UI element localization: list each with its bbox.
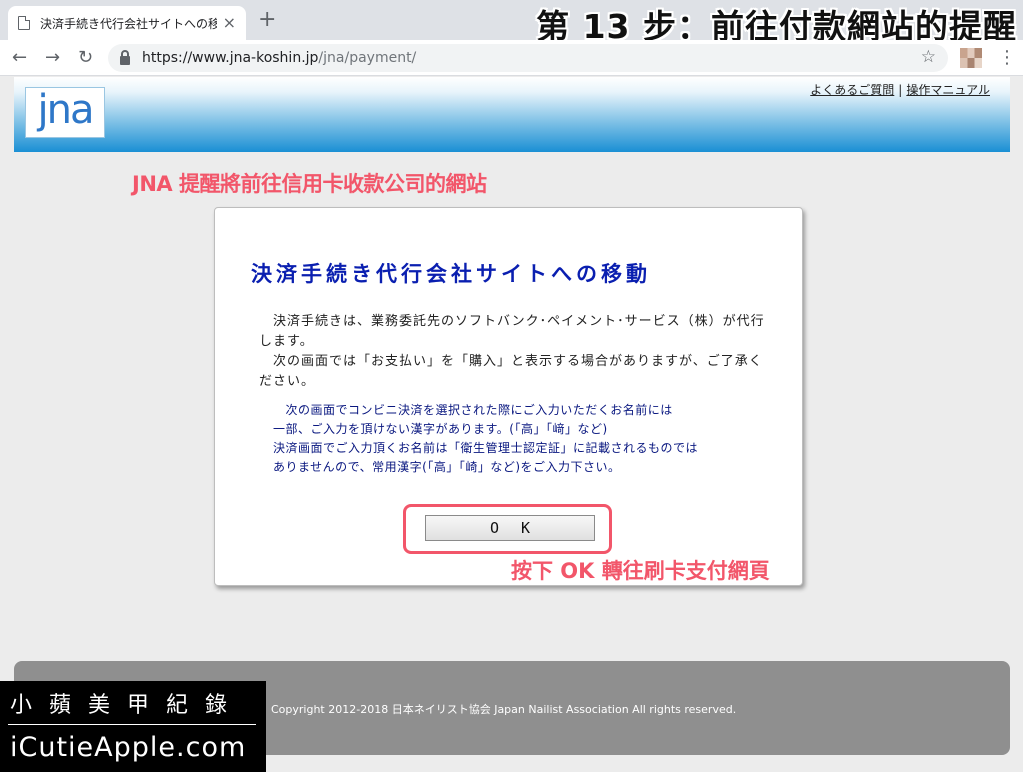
- url-path: /jna/payment/: [318, 50, 417, 66]
- dialog-paragraph-2: 次の画面では「お支払い」を「購入」と表示する場合がありますが、ご了承ください。: [259, 354, 763, 389]
- jna-logo[interactable]: jna: [25, 87, 105, 138]
- tab-title: 決済手続き代行会社サイトへの移: [40, 16, 217, 31]
- annotation-top: JNA 提醒將前往信用卡收款公司的網站: [132, 172, 487, 196]
- dialog-body: 決済手続きは、業務委託先のソフトバンク･ペイメント･サービス（株）が代行します。…: [259, 312, 769, 392]
- logo-text: jna: [37, 86, 95, 133]
- note-line-3: 決済画面でご入力頂くお名前は「衛生管理士認定証」に記載されるものでは: [273, 441, 699, 455]
- note-line-4: ありませんので、常用漢字(「高」「崎」など)をご入力下さい。: [273, 460, 621, 474]
- annotation-ok: 按下 OK 轉往刷卡支付網頁: [511, 559, 770, 583]
- dialog-title: 決済手続き代行会社サイトへの移動: [251, 262, 651, 286]
- forward-arrow-icon[interactable]: →: [45, 46, 60, 70]
- url-text: https://www.jna-koshin.jp/jna/payment/: [142, 50, 416, 66]
- profile-avatar[interactable]: [960, 48, 982, 68]
- note-line-1: 次の画面でコンビニ決済を選択された際にご入力いただくお名前には: [273, 403, 673, 417]
- reload-icon[interactable]: ↻: [78, 46, 93, 70]
- watermark: 小蘋美甲紀錄 iCutieApple.com: [0, 681, 266, 772]
- browser-menu-icon[interactable]: ⋮: [998, 48, 1016, 68]
- close-tab-icon[interactable]: ×: [223, 15, 236, 31]
- manual-link[interactable]: 操作マニュアル: [906, 83, 990, 97]
- watermark-divider: [8, 724, 256, 725]
- lock-icon: [120, 49, 130, 65]
- watermark-site: iCutieApple.com: [10, 732, 247, 763]
- watermark-title: 小蘋美甲紀錄: [10, 693, 245, 718]
- document-icon: [18, 16, 30, 30]
- url-host: https://www.jna-koshin.jp: [142, 50, 319, 66]
- payment-redirect-dialog: 決済手続き代行会社サイトへの移動 決済手続きは、業務委託先のソフトバンク･ペイメ…: [214, 207, 803, 586]
- note-line-2: 一部、ご入力を頂けない漢字があります。(「高」「﨑」など): [273, 422, 608, 436]
- faq-link[interactable]: よくあるご質問: [810, 83, 894, 97]
- bookmark-star-icon[interactable]: ☆: [921, 47, 936, 67]
- dialog-note: 次の画面でコンビニ決済を選択された際にご入力いただくお名前には 一部、ご入力を頂…: [273, 401, 753, 477]
- link-separator: |: [898, 83, 903, 97]
- copyright-text: Copyright 2012-2018 日本ネイリスト協会 Japan Nail…: [271, 703, 737, 716]
- dialog-paragraph-1: 決済手続きは、業務委託先のソフトバンク･ペイメント･サービス（株）が代行します。: [259, 314, 765, 349]
- header-links: よくあるご質問 | 操作マニュアル: [810, 81, 990, 98]
- site-header: jna よくあるご質問 | 操作マニュアル: [14, 77, 1010, 152]
- browser-tab[interactable]: 決済手続き代行会社サイトへの移 ×: [8, 6, 246, 40]
- ok-button[interactable]: OK: [425, 515, 595, 541]
- browser-tab-bar: 決済手続き代行会社サイトへの移 × + 第 13 步：前往付款網站的提醒: [0, 0, 1023, 46]
- browser-toolbar: ← → ↻ https://www.jna-koshin.jp/jna/paym…: [0, 40, 1023, 76]
- back-arrow-icon[interactable]: ←: [12, 46, 27, 70]
- address-bar[interactable]: https://www.jna-koshin.jp/jna/payment/ ☆: [108, 44, 948, 72]
- new-tab-icon[interactable]: +: [258, 9, 276, 31]
